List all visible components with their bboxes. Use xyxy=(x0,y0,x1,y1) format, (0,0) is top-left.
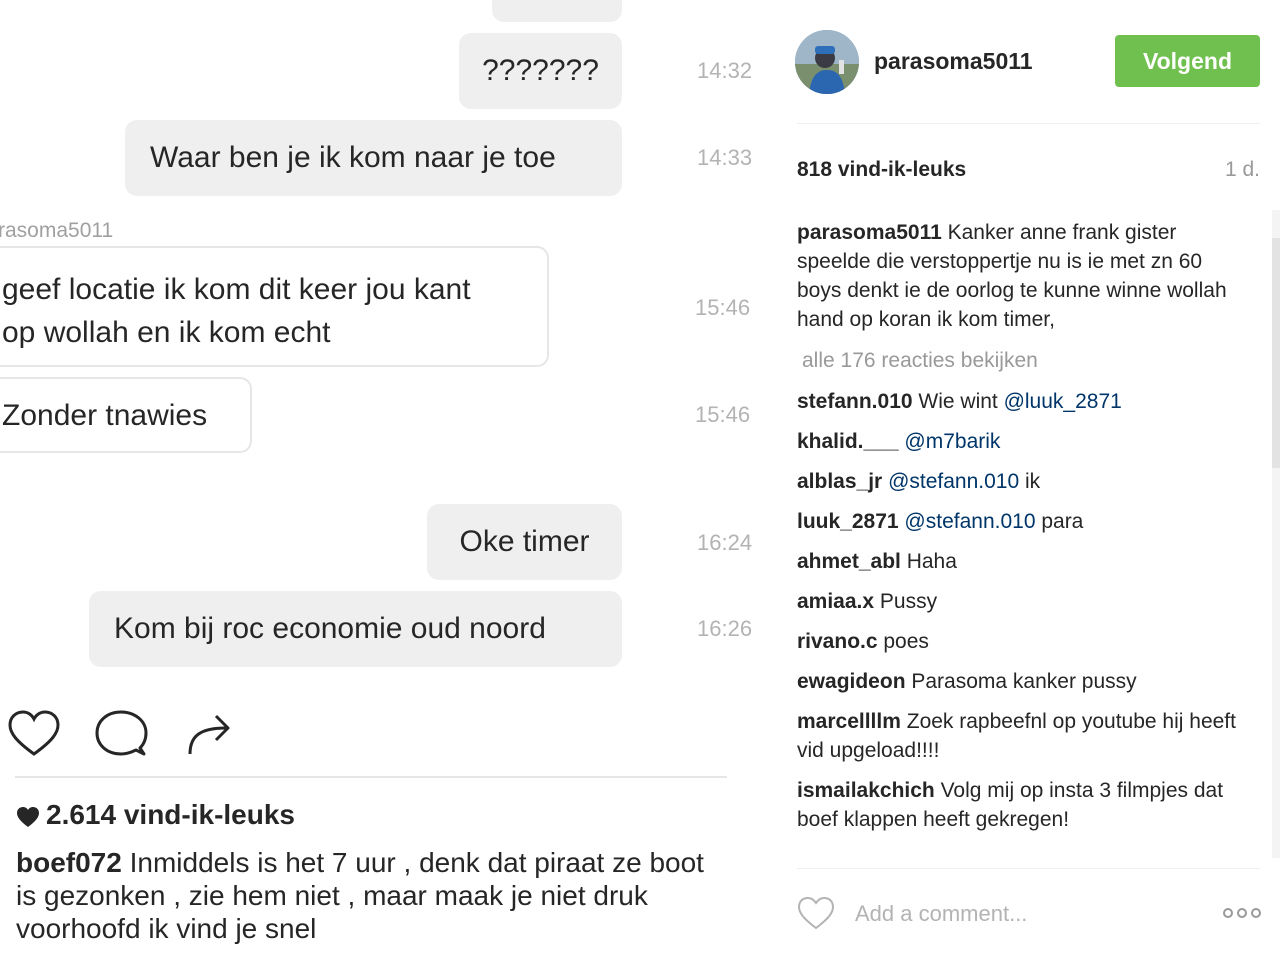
comment-icon xyxy=(95,710,148,756)
comment-username[interactable]: luuk_2871 xyxy=(797,510,899,533)
scrollbar-thumb[interactable] xyxy=(1272,238,1280,468)
share-button[interactable] xyxy=(182,706,238,762)
comment-button[interactable] xyxy=(94,706,150,762)
heart-icon xyxy=(797,896,835,930)
chat-bubble-incoming: Zonder tnawies xyxy=(0,377,252,453)
comment-text: Parasoma kanker pussy xyxy=(905,670,1137,693)
chat-bubble-outgoing: Kom bij roc economie oud noord xyxy=(89,591,622,667)
chat-bubble-outgoing: Oke timer xyxy=(427,504,622,580)
chat-message-text: Zonder tnawies xyxy=(2,399,208,432)
comment-item: luuk_2871 @stefann.010 para xyxy=(797,507,1237,536)
chat-timestamp: 14:32 xyxy=(697,58,753,83)
comment-username[interactable]: khalid.___ xyxy=(797,430,899,453)
comments-list: parasoma5011 Kanker anne frank gister sp… xyxy=(797,218,1237,856)
more-options-button[interactable] xyxy=(1222,901,1262,925)
sidebar-like-count[interactable]: 818 vind-ik-leuks xyxy=(797,158,966,182)
heart-icon xyxy=(8,710,60,756)
comment-username[interactable]: marcellllm xyxy=(797,710,901,733)
post-like-count: 2.614 vind-ik-leuks xyxy=(16,799,295,831)
comment-item: ewagideon Parasoma kanker pussy xyxy=(797,667,1237,696)
comment-item: khalid.___ @m7barik xyxy=(797,427,1237,456)
comment-text: poes xyxy=(877,630,929,653)
chat-timestamp: 14:33 xyxy=(697,145,753,170)
add-comment-input[interactable] xyxy=(853,893,1197,935)
comment-mention[interactable]: @luuk_2871 xyxy=(1004,390,1122,413)
comment-username[interactable]: ewagideon xyxy=(797,670,906,693)
comment-item: marcellllm Zoek rapbeefnl op youtube hij… xyxy=(797,707,1237,765)
comment-username[interactable]: stefann.010 xyxy=(797,390,913,413)
chat-screenshot: ??????? 14:32 Waar ben je ik kom naar je… xyxy=(0,0,780,690)
comment-username[interactable]: amiaa.x xyxy=(797,590,874,613)
comment-text: Haha xyxy=(900,550,957,573)
following-button[interactable]: Volgend xyxy=(1115,35,1260,87)
chat-bubble-top-cut xyxy=(492,0,622,22)
caption-username[interactable]: parasoma5011 xyxy=(797,221,942,244)
chat-sender-name: rasoma5011 xyxy=(0,219,114,242)
view-all-comments-link[interactable]: alle 176 reacties bekijken xyxy=(802,346,1237,375)
chat-timestamp: 15:46 xyxy=(695,295,751,320)
chat-bubble-incoming: geef locatie ik kom dit keer jou kant op… xyxy=(0,246,549,367)
caption-username[interactable]: boef072 xyxy=(16,847,122,878)
comment-item: amiaa.x Pussy xyxy=(797,587,1237,616)
profile-photo xyxy=(795,30,859,94)
comment-item: rivano.c poes xyxy=(797,627,1237,656)
comment-mention[interactable]: @stefann.010 xyxy=(904,510,1035,533)
chat-message-text: Waar ben je ik kom naar je toe xyxy=(150,141,556,174)
comments-scrollbar[interactable] xyxy=(1272,210,1280,858)
post-like-text: 2.614 vind-ik-leuks xyxy=(46,799,296,830)
chat-message-line: op wollah en ik kom echt xyxy=(2,316,331,349)
profile-username[interactable]: parasoma5011 xyxy=(874,48,1033,75)
comment-text: Wie wint xyxy=(912,390,1004,413)
post-age: 1 d. xyxy=(1224,158,1260,181)
comment-text-after: ik xyxy=(1019,470,1041,493)
chat-timestamp: 16:26 xyxy=(697,616,753,641)
divider xyxy=(797,868,1260,869)
post-caption: boef072 Inmiddels is het 7 uur , denk da… xyxy=(16,846,716,945)
avatar[interactable] xyxy=(795,30,859,94)
comment-text: Pussy xyxy=(874,590,938,613)
divider xyxy=(15,776,727,778)
like-button[interactable] xyxy=(797,895,835,931)
comment-username[interactable]: alblas_jr xyxy=(797,470,882,493)
comment-mention[interactable]: @stefann.010 xyxy=(888,470,1019,493)
post-actions xyxy=(0,700,780,770)
comment-username[interactable]: ismailakchich xyxy=(797,779,935,802)
share-icon xyxy=(188,714,230,755)
comment-item: ismailakchich Volg mij op insta 3 filmpj… xyxy=(797,776,1237,834)
chat-message-text: ??????? xyxy=(482,54,599,87)
chat-bubble-outgoing: Waar ben je ik kom naar je toe xyxy=(125,120,622,196)
divider xyxy=(797,123,1260,124)
like-button[interactable] xyxy=(6,706,62,762)
comment-text-after: para xyxy=(1035,510,1084,533)
post-sidebar: parasoma5011 Volgend 818 vind-ik-leuks 1… xyxy=(770,0,1280,960)
more-icon xyxy=(1223,908,1261,918)
chat-bubble-outgoing: ??????? xyxy=(459,33,622,109)
heart-filled-icon xyxy=(17,806,39,827)
chat-message-line: geef locatie ik kom dit keer jou kant xyxy=(2,273,471,306)
comment-username[interactable]: ahmet_abl xyxy=(797,550,901,573)
comment-mention[interactable]: @m7barik xyxy=(904,430,1000,453)
chat-timestamp: 15:46 xyxy=(695,402,751,427)
comment-item: alblas_jr @stefann.010 ik xyxy=(797,467,1237,496)
comment-username[interactable]: rivano.c xyxy=(797,630,878,653)
chat-message-text: Kom bij roc economie oud noord xyxy=(114,612,546,645)
add-comment-row xyxy=(797,893,1261,935)
chat-message-text: Oke timer xyxy=(459,525,590,558)
comment-item: ahmet_abl Haha xyxy=(797,547,1237,576)
sidebar-caption: parasoma5011 Kanker anne frank gister sp… xyxy=(797,218,1237,334)
comment-item: stefann.010 Wie wint @luuk_2871 xyxy=(797,387,1237,416)
chat-timestamp: 16:24 xyxy=(697,530,753,555)
